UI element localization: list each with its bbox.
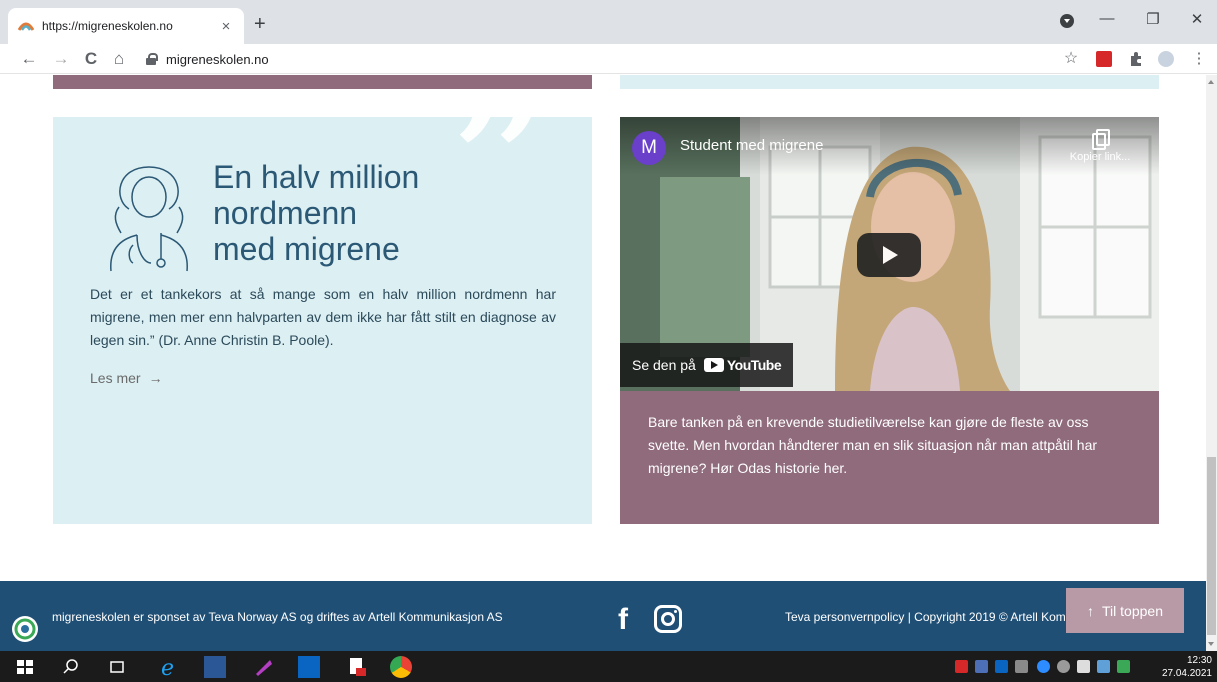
tab-strip: https://migreneskolen.no × + — ❐ ✕ — [0, 0, 1217, 44]
tray-app-icon-4[interactable] — [1077, 660, 1090, 673]
watch-on-youtube-button[interactable]: Se den på YouTube — [620, 343, 794, 387]
video-card: M Student med migrene Kopier link... Se … — [620, 117, 1159, 524]
scroll-up-icon[interactable] — [1208, 80, 1214, 84]
tab-title: https://migreneskolen.no — [42, 19, 173, 33]
migreneskolen-logo-icon[interactable] — [12, 616, 38, 642]
arrow-up-icon: ↑ — [1087, 602, 1095, 619]
article-heading: En halv million nordmenn med migrene — [213, 159, 473, 267]
clock-date: 27.04.2021 — [1161, 668, 1212, 679]
page-content: ” En halv million nordmenn med migrene D… — [0, 75, 1206, 581]
video-caption: Bare tanken på en krevende studietilvære… — [620, 391, 1159, 524]
read-more-link[interactable]: Les mer → — [90, 370, 163, 386]
tray-app-icon-2[interactable] — [1037, 660, 1050, 673]
page-scrollbar[interactable] — [1206, 75, 1217, 651]
tray-app-icon-5[interactable] — [1097, 660, 1110, 673]
word-icon[interactable] — [204, 656, 226, 678]
site-footer: migreneskolen er sponset av Teva Norway … — [0, 581, 1206, 651]
outlook-tray-icon[interactable] — [995, 660, 1008, 673]
back-button[interactable]: ← — [18, 48, 40, 70]
home-button[interactable]: ⌂ — [108, 48, 130, 70]
article-heading-line-2: nordmenn — [213, 195, 358, 231]
scroll-down-icon[interactable] — [1208, 642, 1214, 646]
network-tray-icon[interactable] — [1015, 660, 1028, 673]
watch-on-label: Se den på — [632, 357, 696, 373]
youtube-embed[interactable]: M Student med migrene Kopier link... Se … — [620, 117, 1159, 391]
search-icon[interactable] — [60, 656, 82, 678]
previous-card-left-bottom — [53, 75, 592, 89]
tab-close-icon[interactable]: × — [218, 18, 234, 35]
lock-icon — [146, 53, 158, 65]
channel-avatar[interactable]: M — [632, 131, 666, 165]
back-to-top-button[interactable]: ↑ Til toppen — [1066, 588, 1184, 633]
scroll-thumb[interactable] — [1207, 457, 1216, 635]
clock-time: 12:30 — [1186, 655, 1212, 666]
article-body: Det er et tankekors at så mange som en h… — [90, 286, 556, 348]
chrome-icon[interactable] — [390, 656, 412, 678]
profile-avatar-icon[interactable] — [1158, 51, 1174, 67]
svg-text:e: e — [161, 656, 174, 678]
instagram-icon[interactable] — [654, 605, 682, 633]
forward-button[interactable]: → — [50, 48, 72, 70]
copy-icon — [1092, 129, 1110, 150]
extensions-puzzle-icon[interactable] — [1128, 51, 1144, 67]
facebook-icon[interactable]: f — [618, 603, 628, 637]
teams-tray-icon[interactable] — [975, 660, 988, 673]
internet-explorer-icon[interactable]: e — [158, 656, 180, 681]
task-view-icon[interactable] — [106, 656, 128, 678]
footer-copyright-text[interactable]: Teva personvernpolicy | Copyright 2019 ©… — [785, 610, 1067, 624]
pdf-reader-icon[interactable] — [346, 656, 368, 678]
article-heading-line-1: En halv million — [213, 159, 420, 195]
profile-dropdown-icon[interactable] — [1060, 14, 1074, 28]
footer-sponsor-text: migreneskolen er sponset av Teva Norway … — [52, 610, 503, 624]
tray-app-icon-6[interactable] — [1117, 660, 1130, 673]
new-tab-button[interactable]: + — [254, 14, 266, 34]
youtube-play-icon — [703, 358, 724, 372]
doctor-icon — [110, 166, 188, 272]
youtube-logo: YouTube — [703, 357, 782, 373]
close-window-button[interactable]: ✕ — [1182, 10, 1212, 28]
article-card: ” En halv million nordmenn med migrene D… — [53, 117, 592, 524]
back-to-top-label: Til toppen — [1102, 602, 1163, 619]
outlook-icon[interactable] — [298, 656, 320, 678]
windows-taskbar: e 12:30 27.04.2021 — [0, 651, 1217, 682]
read-more-label: Les mer — [90, 370, 141, 386]
reload-button[interactable]: C — [80, 48, 102, 70]
browser-toolbar: ← → C ⌂ migreneskolen.no ☆ ⋮ — [0, 44, 1217, 74]
address-bar[interactable]: migreneskolen.no — [140, 46, 1050, 72]
site-favicon-icon — [18, 20, 34, 32]
copy-link-button[interactable]: Kopier link... — [1060, 129, 1140, 163]
bookmark-star-icon[interactable]: ☆ — [1060, 48, 1082, 70]
browser-menu-icon[interactable]: ⋮ — [1188, 48, 1210, 70]
pen-app-icon[interactable] — [252, 656, 274, 678]
arrow-right-icon: → — [148, 370, 163, 386]
video-title[interactable]: Student med migrene — [680, 137, 823, 154]
tray-app-icon-1[interactable] — [955, 660, 968, 673]
browser-tab[interactable]: https://migreneskolen.no × — [8, 8, 244, 44]
system-clock[interactable]: 12:30 27.04.2021 — [1160, 654, 1212, 680]
youtube-wordmark: YouTube — [726, 357, 782, 373]
pdf-extension-icon[interactable] — [1096, 51, 1112, 67]
article-heading-line-3: med migrene — [213, 231, 400, 267]
copy-link-label: Kopier link... — [1069, 151, 1131, 163]
previous-card-right-bottom — [620, 75, 1159, 89]
play-button[interactable] — [857, 233, 921, 277]
minimize-button[interactable]: — — [1092, 10, 1122, 27]
url-text: migreneskolen.no — [166, 51, 269, 67]
windows-start-icon[interactable] — [14, 656, 36, 678]
tray-app-icon-3[interactable] — [1057, 660, 1070, 673]
restore-button[interactable]: ❐ — [1138, 10, 1168, 28]
